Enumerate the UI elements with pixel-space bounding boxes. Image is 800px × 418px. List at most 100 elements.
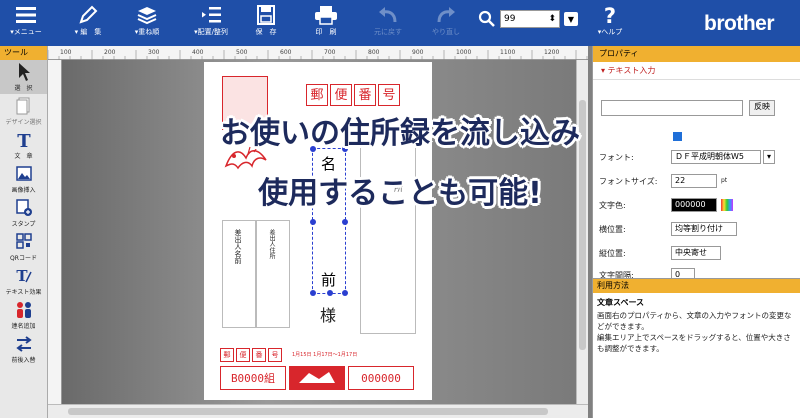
- app-window: ▾メニュー ▾ 編 集 ▾重ね順 ▾配置/整列 保 存 印 刷 元に戻す やり直…: [0, 0, 800, 418]
- tool-qr-code[interactable]: QRコード: [0, 230, 47, 264]
- zoom-value: 99: [504, 14, 516, 24]
- horizontal-ruler: 100 200 300 400 500 600 700 800 900 1000 1100 1200: [47, 46, 588, 60]
- tool-panel-title: ツール: [0, 46, 47, 60]
- ruler-label: 1000: [456, 49, 471, 56]
- sender-address-text: 差出人住所: [268, 229, 275, 259]
- align-label: ▾配置/整列: [194, 28, 228, 36]
- tool-label: 連名追加: [11, 323, 36, 330]
- undo-button[interactable]: 元に戻す: [368, 0, 408, 46]
- pencil-icon: [79, 5, 98, 24]
- zoom-control: 99 ⬍ ▼: [478, 10, 578, 28]
- floppy-disk-icon: [257, 5, 275, 25]
- redo-button[interactable]: やり直し: [426, 0, 466, 46]
- ruler-label: 600: [280, 49, 292, 56]
- honorific-text: 様: [320, 306, 337, 325]
- zoom-dropdown-button[interactable]: ▼: [564, 12, 578, 26]
- question-mark-icon: ?: [604, 5, 616, 25]
- postal-code-box: 郵: [306, 84, 328, 106]
- font-select[interactable]: ＤＦ平成明朝体W5: [671, 150, 761, 164]
- lottery-box: 号: [268, 348, 282, 362]
- resize-handle[interactable]: [310, 290, 316, 296]
- postal-code-box: 便: [330, 84, 352, 106]
- redo-label: やり直し: [432, 28, 460, 36]
- tool-panel: ツール 選 択 デザイン選択 T 文 章 画像挿入 スタンプ QRコード T テ…: [0, 46, 48, 418]
- horizontal-scrollbar[interactable]: [48, 404, 588, 418]
- edit-button[interactable]: ▾ 編 集: [66, 0, 110, 46]
- font-dropdown-button[interactable]: ▾: [763, 150, 775, 164]
- help-label: ▾ヘルプ: [597, 28, 623, 36]
- chevron-down-icon: ▾: [766, 152, 771, 161]
- resize-handle[interactable]: [327, 290, 333, 296]
- usage-heading: 文章スペース: [597, 298, 645, 307]
- tool-text-effect[interactable]: T テキスト効果: [0, 264, 47, 298]
- tool-swap-order[interactable]: 前後入替: [0, 332, 47, 366]
- scrollbar-thumb[interactable]: [68, 408, 548, 415]
- print-button[interactable]: 印 刷: [308, 0, 344, 46]
- hamburger-icon: [16, 7, 36, 23]
- ruler-label: 800: [368, 49, 380, 56]
- usage-text: 画面右のプロパティから、文章の入力やフォントの変更などができます。: [597, 311, 792, 331]
- layers-label: ▾重ね順: [134, 28, 160, 36]
- lottery-box: 番: [252, 348, 266, 362]
- ruler-label: 300: [148, 49, 160, 56]
- lottery-number-box: 000000: [348, 366, 414, 390]
- tool-add-joint-name[interactable]: 連名追加: [0, 298, 47, 332]
- text-input-section[interactable]: ▾ テキスト入力: [593, 62, 800, 80]
- swap-arrows-icon: [15, 336, 32, 352]
- align-button[interactable]: ▾配置/整列: [186, 0, 236, 46]
- help-button[interactable]: ? ▾ヘルプ: [588, 0, 632, 46]
- address-field[interactable]: 所: [360, 122, 416, 334]
- layer-order-button[interactable]: ▾重ね順: [124, 0, 170, 46]
- printer-icon: [315, 6, 337, 25]
- usage-panel: 利用方法 文章スペース 画面右のプロパティから、文章の入力やフォントの変更などが…: [593, 278, 800, 418]
- brand-logo: brother: [704, 12, 775, 35]
- tool-label: 文 章: [14, 153, 33, 160]
- ruler-label: 700: [324, 49, 336, 56]
- postal-code-box: 番: [354, 84, 376, 106]
- cursor-arrow-icon: [18, 63, 30, 81]
- postal-code-box: 号: [378, 84, 400, 106]
- v-align-label: 縦位置:: [599, 249, 626, 258]
- horse-stamp-icon: [299, 372, 335, 383]
- sender-name-text: 差出人名前: [234, 229, 242, 264]
- lottery-group-box: B0000組: [220, 366, 286, 390]
- chevron-down-icon: ▼: [567, 14, 575, 24]
- postal-code-boxes: 郵 便 番 号: [306, 84, 400, 106]
- text-effect-icon: T: [16, 267, 32, 285]
- zoom-select[interactable]: 99 ⬍: [500, 10, 560, 28]
- lottery-note: 1月15日 1月17日～1月17日: [292, 352, 358, 358]
- top-toolbar: ▾メニュー ▾ 編 集 ▾重ね順 ▾配置/整列 保 存 印 刷 元に戻す やり直…: [0, 0, 800, 46]
- stepper-icon: ⬍: [548, 14, 556, 24]
- sender-address-field[interactable]: 差出人住所: [256, 220, 290, 328]
- resize-handle[interactable]: [342, 219, 348, 225]
- ruler-label: 400: [192, 49, 204, 56]
- lottery-stamp-box: [289, 366, 345, 390]
- people-icon: [16, 302, 31, 318]
- redo-arrow-icon: [437, 7, 455, 23]
- resize-handle[interactable]: [310, 219, 316, 225]
- ruler-label: 900: [412, 49, 424, 56]
- name-char: 前: [321, 271, 337, 289]
- h-align-label: 横位置:: [599, 225, 626, 234]
- save-label: 保 存: [255, 28, 277, 36]
- v-align-select[interactable]: 中央寄せ: [671, 246, 721, 260]
- tool-select[interactable]: 選 択: [0, 60, 47, 94]
- headline-line-1: お使いの住所録を流し込み: [220, 116, 580, 151]
- menu-button[interactable]: ▾メニュー: [6, 0, 46, 46]
- h-align-select[interactable]: 均等割り付け: [671, 222, 737, 236]
- sender-name-field[interactable]: 差出人名前: [222, 220, 256, 328]
- usage-text: 編集エリア上でスペースをドラッグすると、位置や大きさも調整ができます。: [597, 333, 791, 353]
- tool-label: スタンプ: [11, 221, 36, 228]
- edit-label: ▾ 編 集: [74, 28, 102, 36]
- ruler-label: 1100: [500, 49, 515, 56]
- magnifier-icon: [478, 10, 495, 27]
- print-label: 印 刷: [315, 28, 337, 36]
- menu-label: ▾メニュー: [10, 28, 42, 36]
- resize-handle[interactable]: [342, 290, 348, 296]
- undo-arrow-icon: [379, 7, 397, 23]
- tool-label: 前後入替: [11, 357, 36, 364]
- properties-title: プロパティ: [593, 46, 800, 62]
- save-button[interactable]: 保 存: [248, 0, 284, 46]
- ruler-label: 500: [236, 49, 248, 56]
- svg-text:?: ?: [604, 5, 616, 25]
